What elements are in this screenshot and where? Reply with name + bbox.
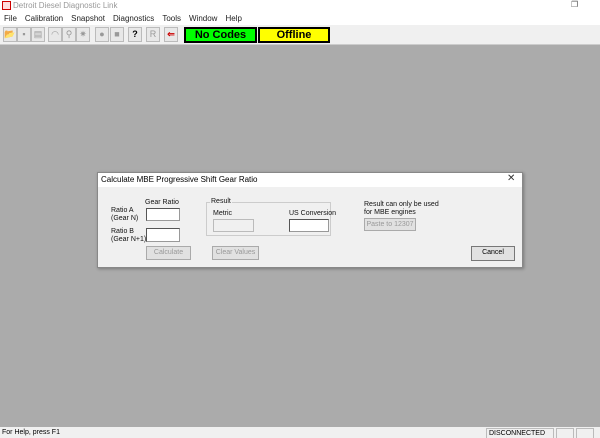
codes-status: No Codes <box>184 27 257 43</box>
ratio-b-input[interactable] <box>146 228 180 242</box>
open-icon[interactable]: 📂 <box>3 27 17 42</box>
ratio-a-label: Ratio A <box>111 207 134 214</box>
menu-file[interactable]: File <box>0 12 21 25</box>
menu-bar: File Calibration Snapshot Diagnostics To… <box>0 12 600 25</box>
status-cell <box>556 428 574 438</box>
note-line-2: for MBE engines <box>364 209 416 216</box>
close-icon[interactable]: ✕ <box>507 173 515 184</box>
title-bar: Detroit Diesel Diagnostic Link ❐ <box>0 0 600 12</box>
status-bar: For Help, press F1 DISCONNECTED <box>0 427 600 438</box>
calculate-button[interactable]: Calculate <box>146 246 191 260</box>
metric-field <box>213 219 254 232</box>
us-conversion-label: US Conversion <box>289 210 337 217</box>
dialog-title: Calculate MBE Progressive Shift Gear Rat… <box>98 173 522 187</box>
note-line-1: Result can only be used <box>364 201 439 208</box>
ratio-b-label: Ratio B <box>111 228 134 235</box>
help-icon[interactable]: ? <box>128 27 142 42</box>
app-icon <box>2 1 11 10</box>
menu-window[interactable]: Window <box>185 12 221 25</box>
help-hint: For Help, press F1 <box>2 429 60 436</box>
record-icon[interactable]: ● <box>95 27 109 42</box>
ratio-a-input[interactable] <box>146 208 180 221</box>
ratio-b-sublabel: (Gear N+1) <box>111 236 147 243</box>
result-label: Result <box>210 198 232 206</box>
restore-button[interactable]: ❐ <box>571 0 578 9</box>
menu-calibration[interactable]: Calibration <box>21 12 67 25</box>
connection-status: Offline <box>258 27 330 43</box>
print-icon[interactable]: ▤ <box>31 27 45 42</box>
toolbar: 📂 ▪ ▤ ◠ ⚲ ✷ ● ■ ? R ⇐ No Codes Offline <box>0 25 600 45</box>
ratio-a-sublabel: (Gear N) <box>111 215 139 222</box>
menu-tools[interactable]: Tools <box>158 12 185 25</box>
connect-icon[interactable]: ⇐ <box>164 27 178 42</box>
paste-button[interactable]: Paste to 12307 <box>364 218 416 231</box>
menu-help[interactable]: Help <box>221 12 245 25</box>
menu-diagnostics[interactable]: Diagnostics <box>109 12 158 25</box>
save-icon[interactable]: ▪ <box>17 27 31 42</box>
clear-values-button[interactable]: Clear Values <box>212 246 259 260</box>
stop-icon[interactable]: ■ <box>110 27 124 42</box>
gauge-icon[interactable]: ◠ <box>48 27 62 42</box>
r-icon[interactable]: R <box>146 27 160 42</box>
status-cell <box>576 428 594 438</box>
connection-state: DISCONNECTED <box>486 428 554 438</box>
gear-ratio-label: Gear Ratio <box>145 199 179 206</box>
cancel-button[interactable]: Cancel <box>471 246 515 261</box>
sun-icon[interactable]: ✷ <box>76 27 90 42</box>
window-title: Detroit Diesel Diagnostic Link <box>13 1 118 10</box>
metric-label: Metric <box>213 210 233 217</box>
menu-snapshot[interactable]: Snapshot <box>67 12 109 25</box>
us-conversion-field[interactable] <box>289 219 329 232</box>
gear-ratio-dialog: Calculate MBE Progressive Shift Gear Rat… <box>97 172 523 268</box>
wrench-icon[interactable]: ⚲ <box>62 27 76 42</box>
